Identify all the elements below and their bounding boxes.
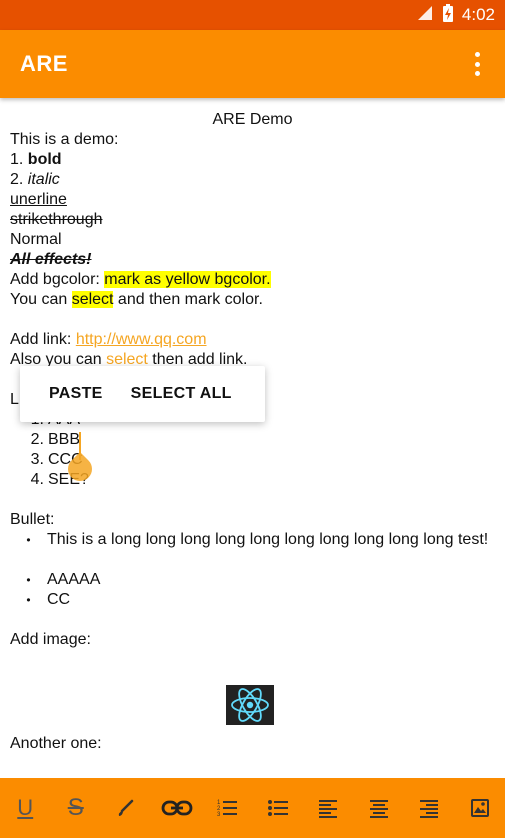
- italic-line: 2. italic: [10, 170, 495, 190]
- status-time: 4:02: [461, 5, 495, 24]
- list-number: 2.: [10, 171, 24, 188]
- bullet-label: Bullet:: [10, 511, 55, 528]
- select-all-button[interactable]: SELECT ALL: [131, 385, 260, 403]
- list-item: • CC: [10, 590, 495, 610]
- bullet-icon: •: [26, 593, 31, 607]
- editor-intro: This is a demo:: [10, 131, 119, 148]
- align-center-icon[interactable]: [359, 788, 399, 828]
- app-bar: ARE: [0, 30, 505, 98]
- bold-text: bold: [27, 151, 62, 168]
- underline-text: unerline: [10, 191, 67, 208]
- rich-text-editor[interactable]: ARE Demo This is a demo: 1. bold 2. ital…: [10, 110, 495, 770]
- image-label: Add image:: [10, 631, 91, 648]
- paste-button[interactable]: PASTE: [20, 385, 131, 403]
- link-prefix: Add link:: [10, 331, 76, 348]
- align-right-icon[interactable]: [409, 788, 449, 828]
- bgcolor-highlight: mark as yellow bgcolor.: [104, 271, 271, 288]
- all-effects-text: All effects!: [10, 251, 92, 268]
- insert-image-icon[interactable]: [460, 788, 500, 828]
- svg-text:3: 3: [217, 812, 221, 818]
- format-toolbar: U S 123: [0, 778, 505, 838]
- bgcolor-prefix: Add bgcolor:: [10, 271, 105, 288]
- bullet-list-icon[interactable]: [258, 788, 298, 828]
- align-left-icon[interactable]: [308, 788, 348, 828]
- select-line: You can select and then mark color.: [10, 290, 495, 310]
- all-effects-line: All effects!: [10, 250, 495, 270]
- bullet-icon: •: [26, 533, 31, 547]
- link-icon[interactable]: [157, 788, 197, 828]
- select-highlight: select: [71, 291, 114, 308]
- another-label: Another one:: [10, 735, 102, 752]
- bgcolor-line: Add bgcolor: mark as yellow bgcolor.: [10, 270, 495, 290]
- italic-text: italic: [27, 171, 60, 188]
- text-context-menu: PASTE SELECT ALL: [20, 366, 265, 422]
- strikethrough-text: strikethrough: [10, 211, 103, 228]
- list-item: • AAAAA: [10, 570, 495, 590]
- select-suffix: and then mark color.: [113, 291, 263, 308]
- list-number: 1.: [10, 151, 24, 168]
- list-item: • This is a long long long long long long…: [10, 530, 495, 570]
- status-bar: 4:02: [0, 0, 505, 30]
- strikethrough-icon[interactable]: S: [56, 788, 96, 828]
- ordered-list-icon[interactable]: 123: [207, 788, 247, 828]
- react-logo-icon[interactable]: [226, 685, 274, 725]
- battery-icon: [442, 3, 454, 27]
- normal-text: Normal: [10, 231, 62, 248]
- brush-icon[interactable]: [106, 788, 146, 828]
- list-item: 2. BBB: [30, 431, 81, 448]
- editor-heading: ARE Demo: [212, 111, 293, 128]
- signal-icon: [416, 4, 434, 26]
- select-prefix: You can: [10, 291, 72, 308]
- app-title: ARE: [20, 51, 68, 76]
- link-line: Add link: http://www.qq.com: [10, 330, 495, 350]
- overflow-menu-icon[interactable]: [465, 50, 489, 78]
- bullet-icon: •: [26, 573, 31, 587]
- link-url[interactable]: http://www.qq.com: [76, 331, 207, 348]
- bold-line: 1. bold: [10, 150, 495, 170]
- underline-icon[interactable]: U: [5, 788, 45, 828]
